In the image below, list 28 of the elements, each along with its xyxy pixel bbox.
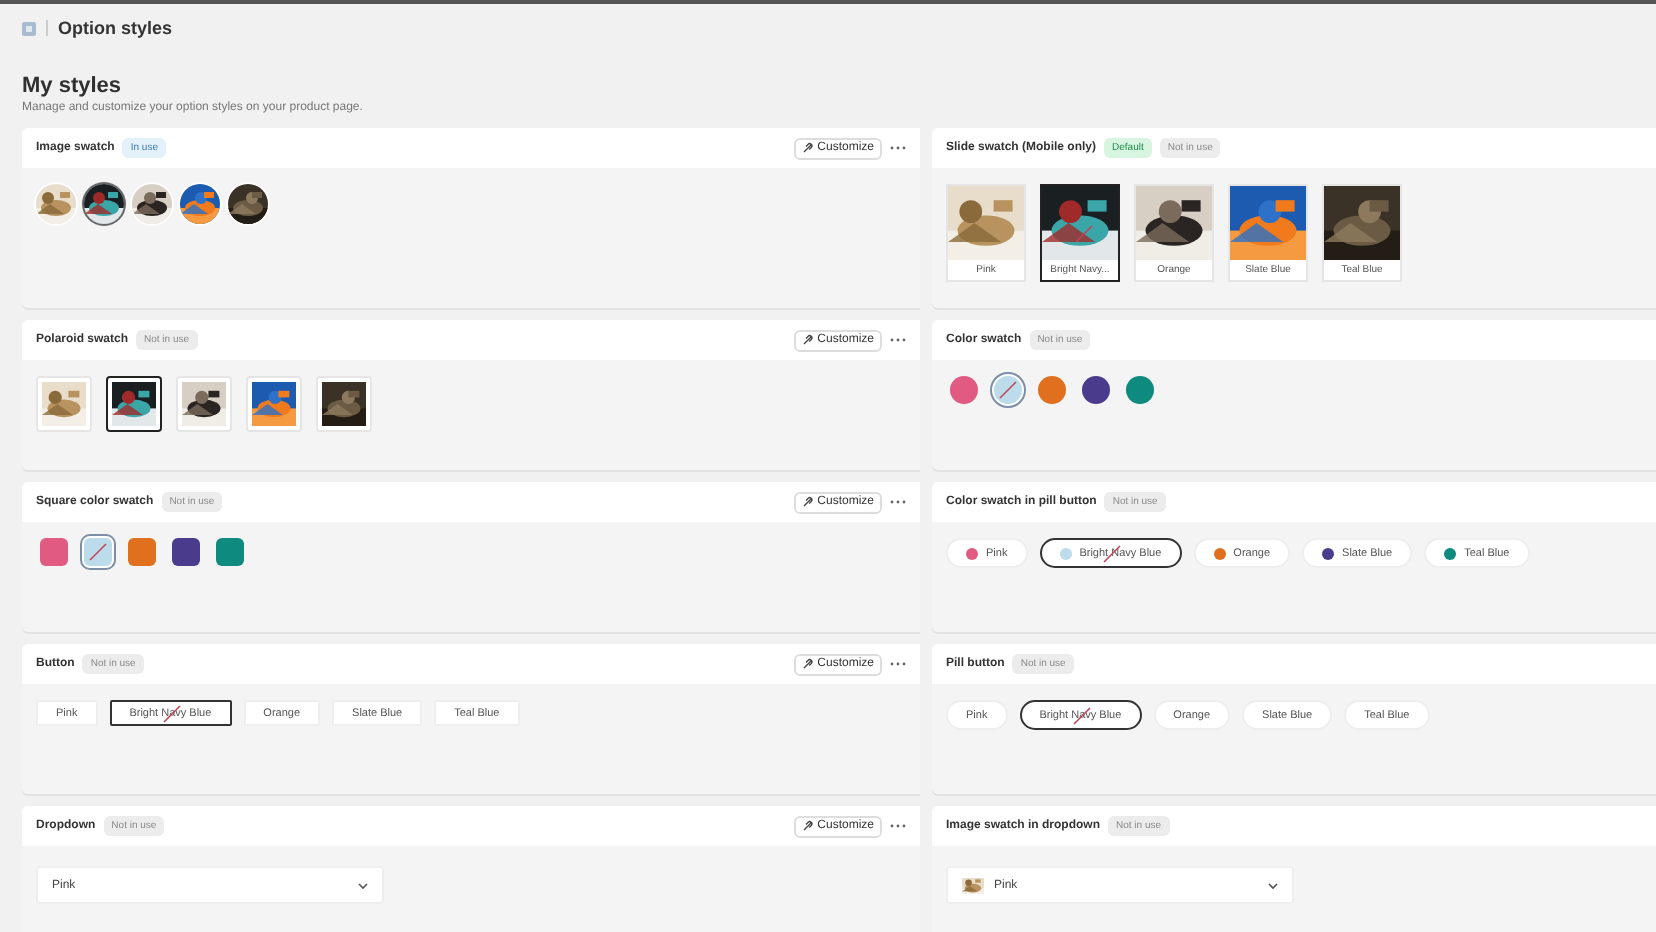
image-swatch[interactable] xyxy=(228,184,268,224)
link-icon xyxy=(801,820,814,832)
image-swatch[interactable] xyxy=(132,184,172,224)
image-swatch[interactable] xyxy=(36,184,76,224)
polaroid-swatch[interactable] xyxy=(106,376,162,432)
strike-line xyxy=(998,380,1018,400)
strike-line xyxy=(1073,223,1093,243)
color-swatch[interactable] xyxy=(950,376,978,404)
link-icon xyxy=(801,658,814,670)
color-swatch[interactable] xyxy=(40,538,68,566)
image-swatch[interactable] xyxy=(180,184,220,224)
link-icon xyxy=(801,334,814,346)
chevron-icon xyxy=(1268,881,1278,889)
color-swatch[interactable] xyxy=(84,538,112,566)
color-swatch[interactable] xyxy=(216,538,244,566)
color-swatch[interactable] xyxy=(1038,376,1066,404)
strike-line xyxy=(88,542,108,562)
link-icon xyxy=(801,142,814,154)
section-heading: My styles xyxy=(22,74,124,98)
color-swatch[interactable] xyxy=(172,538,200,566)
page-title: Option styles xyxy=(58,18,173,38)
chevron-icon xyxy=(358,881,368,889)
color-swatch[interactable] xyxy=(1126,376,1154,404)
image-swatch[interactable] xyxy=(84,184,124,224)
color-swatch[interactable] xyxy=(994,376,1022,404)
color-swatch[interactable] xyxy=(128,538,156,566)
color-swatch[interactable] xyxy=(1082,376,1110,404)
link-icon xyxy=(801,496,814,508)
